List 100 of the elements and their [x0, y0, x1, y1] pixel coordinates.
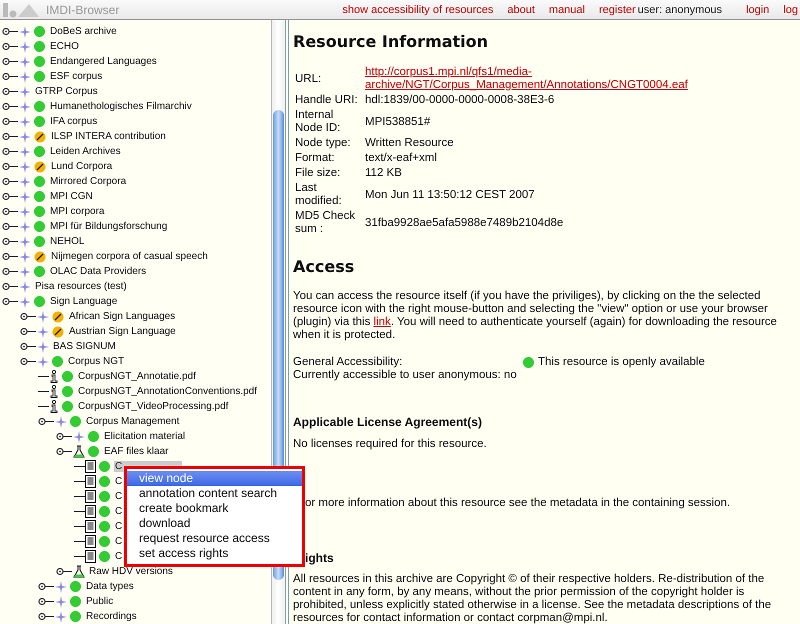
expander-icon[interactable]: [2, 267, 18, 276]
tree-node[interactable]: ILSP INTERA contribution: [50, 131, 167, 142]
tree-node[interactable]: Nijmegen corpora of casual speech: [50, 251, 209, 262]
tree-node[interactable]: Lund Corpora: [50, 161, 114, 172]
tree-node[interactable]: Data types: [85, 581, 135, 592]
expander-icon[interactable]: [2, 147, 18, 156]
field-label: Node type:: [294, 136, 352, 151]
expander-icon[interactable]: [2, 282, 18, 291]
expander-icon[interactable]: [2, 42, 18, 51]
tree-node[interactable]: GTRP Corpus: [34, 86, 99, 97]
expander-icon[interactable]: [38, 597, 54, 606]
expander-icon[interactable]: [2, 252, 18, 261]
tree-node[interactable]: NEHOL: [49, 236, 86, 247]
tree-node[interactable]: CorpusNGT_AnnotationConventions.pdf: [77, 386, 258, 397]
menu-item[interactable]: view node: [127, 471, 302, 486]
tree-node[interactable]: Humanethologisches Filmarchiv: [49, 101, 193, 112]
expander-icon[interactable]: [2, 72, 18, 81]
url-link[interactable]: http://corpus1.mpi.nl/qfs1/media-archive/NGT/Corpus_Management/Annotations/CNGT0004.eaf: [365, 66, 794, 92]
expander-icon[interactable]: [2, 117, 18, 126]
tree-node[interactable]: C: [114, 491, 124, 502]
expander-icon[interactable]: [38, 417, 54, 426]
expander-icon[interactable]: [56, 447, 72, 456]
menu-item[interactable]: annotation content search: [127, 486, 302, 501]
expander-icon[interactable]: [20, 327, 36, 336]
tree-node[interactable]: Raw HDV versions: [88, 566, 174, 577]
nav-link[interactable]: register: [598, 4, 636, 16]
field-label: Last modified:: [294, 181, 343, 209]
field-value: hdl:1839/00-0000-0000-0008-38E3-6: [365, 94, 554, 106]
expander-icon[interactable]: [2, 177, 18, 186]
tree-node[interactable]: MPI corpora: [49, 206, 106, 217]
expander-icon[interactable]: [2, 162, 18, 171]
tree-node[interactable]: ECHO: [49, 41, 80, 52]
expander-icon[interactable]: [38, 582, 54, 591]
tree-node[interactable]: ESF corpus: [49, 71, 104, 82]
tree-node[interactable]: C: [114, 506, 124, 517]
expander-icon[interactable]: [38, 612, 54, 621]
sparkle-icon: [19, 266, 31, 278]
section-heading: Resource Information: [293, 32, 490, 51]
document-icon: [85, 535, 96, 548]
menu-item[interactable]: create bookmark: [127, 501, 302, 516]
tree-node[interactable]: Elicitation material: [103, 431, 186, 442]
field-value: Mon Jun 11 13:50:12 CEST 2007: [365, 188, 535, 200]
expander-icon[interactable]: [2, 87, 18, 96]
tree-node[interactable]: CorpusNGT_VideoProcessing.pdf: [77, 401, 230, 412]
sparkle-icon: [55, 580, 67, 592]
nav-link[interactable]: manual: [548, 4, 585, 16]
tree-node[interactable]: Pisa resources (test): [34, 281, 128, 292]
tree-node[interactable]: Endangered Languages: [49, 56, 158, 67]
tree-node[interactable]: African Sign Languages: [68, 311, 176, 322]
tree-node[interactable]: C: [114, 536, 124, 547]
tree-node[interactable]: EAF files klaar: [103, 446, 170, 457]
tree-node[interactable]: C: [114, 521, 124, 532]
expander-icon[interactable]: [20, 357, 36, 366]
tree-node[interactable]: DoBeS archive: [49, 26, 118, 37]
tree-node[interactable]: Corpus Management: [85, 416, 180, 427]
nav-link[interactable]: log: [783, 4, 798, 16]
field-value: text/x-eaf+xml: [365, 152, 437, 164]
tree-node[interactable]: Public: [85, 596, 114, 607]
expander-icon[interactable]: [2, 207, 18, 216]
expander-icon[interactable]: [2, 192, 18, 201]
sparkle-icon: [55, 610, 67, 622]
tree-node[interactable]: MPI für Bildungsforschung: [49, 221, 168, 232]
tree-node[interactable]: Leiden Archives: [49, 146, 122, 157]
app-title: IMDI-Browser: [46, 2, 120, 16]
tree-node[interactable]: CorpusNGT_Annotatie.pdf: [77, 371, 197, 382]
tree-node[interactable]: C: [114, 476, 124, 487]
expander-icon[interactable]: [2, 297, 18, 306]
accessibility-text: This resource is openly available: [538, 356, 705, 368]
tree-node[interactable]: BAS SIGNUM: [52, 341, 117, 352]
menu-item[interactable]: download: [127, 516, 302, 531]
tree-node[interactable]: Austrian Sign Language: [68, 326, 177, 337]
menu-item[interactable]: request resource access: [127, 531, 302, 546]
tree-node[interactable]: Recordings: [85, 611, 138, 622]
tree-node[interactable]: IFA corpus: [49, 116, 98, 127]
tree-node[interactable]: C: [114, 551, 124, 562]
flask-icon: [73, 445, 85, 458]
nav-link[interactable]: login: [746, 4, 770, 16]
nav-link[interactable]: show accessibility of resources: [342, 4, 494, 16]
sparkle-icon: [19, 280, 31, 292]
sparkle-icon: [19, 190, 31, 202]
expander-icon[interactable]: [2, 237, 18, 246]
expander-icon[interactable]: [2, 27, 18, 36]
expander-icon[interactable]: [2, 222, 18, 231]
tree-node[interactable]: Mirrored Corpora: [49, 176, 128, 187]
resource-link[interactable]: link: [374, 316, 391, 329]
tree-node[interactable]: Corpus NGT: [67, 356, 126, 367]
expander-icon[interactable]: [2, 132, 18, 141]
tree-node[interactable]: MPI CGN: [49, 191, 94, 202]
document-icon: [85, 550, 96, 563]
expander-icon[interactable]: [56, 432, 72, 441]
expander-icon[interactable]: [20, 312, 36, 321]
expander-icon[interactable]: [56, 567, 72, 576]
expander-icon[interactable]: [20, 342, 36, 351]
tree-node[interactable]: OLAC Data Providers: [49, 266, 148, 277]
nav-link[interactable]: about: [507, 4, 535, 16]
menu-item[interactable]: set access rights: [127, 546, 302, 561]
expander-icon[interactable]: [2, 102, 18, 111]
tree-node[interactable]: Sign Language: [49, 296, 118, 307]
field-label: Format:: [294, 151, 336, 166]
expander-icon[interactable]: [2, 57, 18, 66]
